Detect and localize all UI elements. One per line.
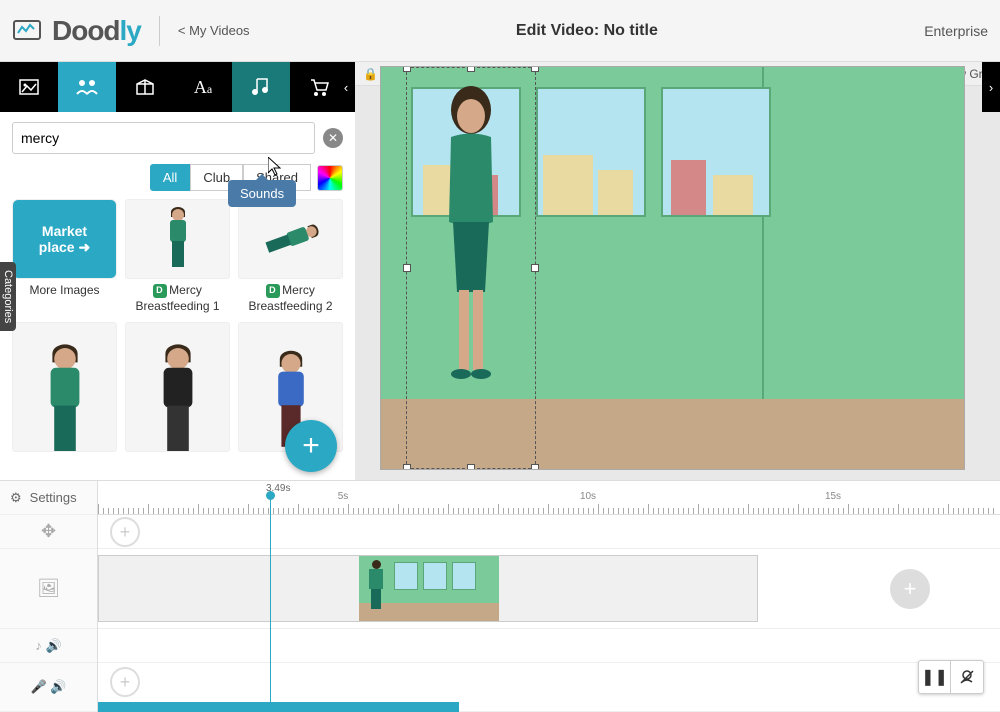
- color-filter-button[interactable]: [317, 165, 343, 191]
- app-logo: Doodly: [12, 15, 141, 47]
- back-link[interactable]: < My Videos: [178, 23, 250, 38]
- add-scene-button[interactable]: +: [890, 569, 930, 609]
- add-transition-button[interactable]: +: [110, 517, 140, 547]
- filter-all[interactable]: All: [150, 164, 190, 191]
- tab-props[interactable]: [116, 62, 174, 112]
- prev-scene-button[interactable]: ‹: [337, 62, 355, 112]
- add-voice-button[interactable]: +: [110, 667, 140, 697]
- settings-button[interactable]: ⚙Settings: [0, 481, 97, 515]
- tab-scenes[interactable]: [0, 62, 58, 112]
- canvas[interactable]: [380, 66, 965, 470]
- clear-search-button[interactable]: ✕: [323, 128, 343, 148]
- tab-sounds[interactable]: [232, 62, 290, 112]
- track-audio[interactable]: [98, 629, 1000, 663]
- progress-bar: [98, 702, 459, 712]
- scene-clip[interactable]: [98, 555, 758, 622]
- lock-icon[interactable]: 🔒: [363, 67, 378, 81]
- asset-card[interactable]: Mercy Breastfeeding 2: [238, 199, 343, 314]
- move-icon[interactable]: ✥: [41, 521, 56, 542]
- next-scene-button[interactable]: ›: [982, 62, 1000, 112]
- asset-card[interactable]: [12, 322, 117, 452]
- timeline-ruler[interactable]: 3.49s 5s 10s 15s: [98, 481, 1000, 515]
- camera-off-button[interactable]: [951, 661, 983, 693]
- track-transitions[interactable]: +: [98, 515, 1000, 549]
- add-asset-button[interactable]: +: [285, 420, 337, 472]
- tab-text[interactable]: Aa: [174, 62, 232, 112]
- plan-badge: Enterprise: [924, 23, 988, 39]
- track-scenes[interactable]: +: [98, 549, 1000, 629]
- asset-card[interactable]: Mercy Breastfeeding 1: [125, 199, 230, 314]
- tab-characters[interactable]: [58, 62, 116, 112]
- search-input[interactable]: [12, 122, 315, 154]
- volume-icon[interactable]: 🔊: [45, 638, 61, 654]
- playhead[interactable]: [270, 491, 271, 712]
- gear-icon: ⚙: [10, 490, 22, 506]
- volume-icon[interactable]: 🔊: [50, 679, 66, 695]
- categories-toggle[interactable]: Categories: [0, 262, 16, 331]
- mic-icon: 🎤: [31, 679, 47, 695]
- image-icon: 🖼: [37, 578, 60, 599]
- pause-button[interactable]: ❚❚: [919, 661, 951, 693]
- marketplace-card[interactable]: Marketplace ➜ More Images: [12, 199, 117, 314]
- asset-card[interactable]: [125, 322, 230, 452]
- canvas-character[interactable]: [421, 82, 521, 392]
- page-title: Edit Video: No title: [250, 22, 925, 40]
- tab-tooltip: Sounds: [228, 180, 296, 207]
- music-icon: ♪: [35, 638, 42, 653]
